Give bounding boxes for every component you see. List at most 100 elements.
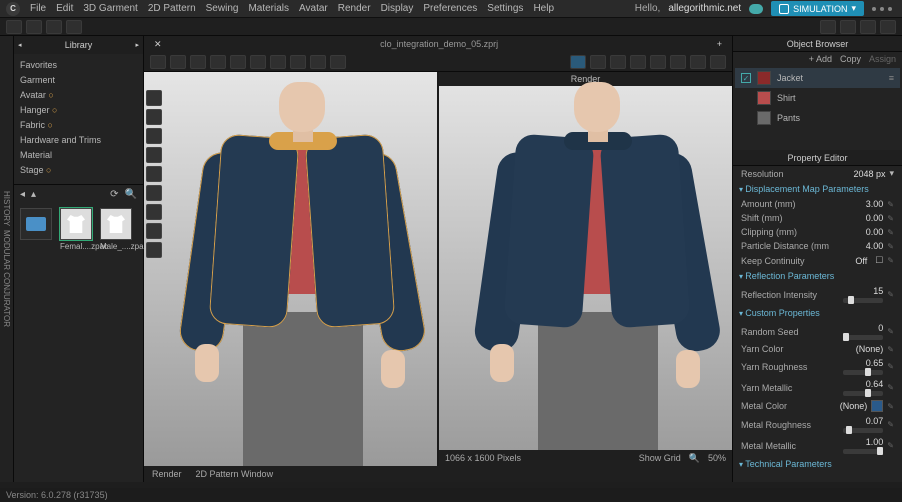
menu-file[interactable]: File <box>30 3 46 14</box>
vp-tool-icon[interactable] <box>146 147 162 163</box>
menu-icon[interactable]: ≡ <box>889 73 894 83</box>
back-icon[interactable]: ◂ <box>20 189 25 200</box>
edit-icon[interactable]: ✎ <box>887 402 894 411</box>
up-icon[interactable]: ▴ <box>31 189 36 200</box>
menu-sewing[interactable]: Sewing <box>206 3 239 14</box>
vt-icon[interactable] <box>670 55 686 69</box>
prop-row[interactable]: Yarn Metallic0.64✎ <box>733 377 902 398</box>
vt-icon[interactable] <box>710 55 726 69</box>
edit-icon[interactable]: ✎ <box>887 420 894 429</box>
vt-icon[interactable] <box>630 55 646 69</box>
menu-settings[interactable]: Settings <box>487 3 523 14</box>
prop-row[interactable]: Shift (mm)0.00✎ <box>733 211 902 225</box>
menu-3d-garment[interactable]: 3D Garment <box>83 3 137 14</box>
edit-icon[interactable]: ✎ <box>887 290 894 299</box>
tool-icon[interactable] <box>880 20 896 34</box>
prop-row[interactable]: Yarn Color(None)✎ <box>733 342 902 356</box>
prop-value[interactable]: 0.64 <box>843 379 883 389</box>
tab-render[interactable]: Render <box>152 469 182 479</box>
thumb-folder[interactable] <box>20 208 54 251</box>
prop-row[interactable]: Yarn Roughness0.65✎ <box>733 356 902 377</box>
prop-value[interactable]: 0 <box>843 323 883 333</box>
ob-item-jacket[interactable]: ✓ Jacket ≡ <box>735 68 900 88</box>
tree-fabric[interactable]: Fabric ○ <box>20 118 137 133</box>
edit-icon[interactable]: ✎ <box>887 441 894 450</box>
tool-icon[interactable] <box>26 20 42 34</box>
edit-icon[interactable]: ✎ <box>887 345 894 354</box>
vt-icon[interactable] <box>170 55 186 69</box>
section-displacement[interactable]: Displacement Map Parameters <box>733 181 902 197</box>
section-reflection[interactable]: Reflection Parameters <box>733 268 902 284</box>
prop-row[interactable]: Random Seed0✎ <box>733 321 902 342</box>
3d-viewport[interactable] <box>144 72 437 466</box>
material-swatch[interactable] <box>757 91 771 105</box>
section-custom[interactable]: Custom Properties <box>733 305 902 321</box>
vt-icon[interactable] <box>230 55 246 69</box>
menu-preferences[interactable]: Preferences <box>423 3 477 14</box>
vt-icon[interactable] <box>250 55 266 69</box>
prop-row[interactable]: Metal Metallic1.00✎ <box>733 435 902 456</box>
material-swatch[interactable] <box>757 71 771 85</box>
vp-tool-icon[interactable] <box>146 242 162 258</box>
menu-edit[interactable]: Edit <box>56 3 73 14</box>
prop-row[interactable]: Particle Distance (mm4.00✎ <box>733 239 902 253</box>
side-tabs[interactable]: HISTORY MODULAR CONJURATOR <box>0 36 14 482</box>
menu-2d-pattern[interactable]: 2D Pattern <box>148 3 196 14</box>
vp-tool-icon[interactable] <box>146 109 162 125</box>
prop-value[interactable]: 4.00 <box>843 241 883 251</box>
refresh-icon[interactable]: ⟳ <box>110 189 118 200</box>
prop-value[interactable]: 0.07 <box>843 416 883 426</box>
tool-icon[interactable] <box>820 20 836 34</box>
prop-resolution[interactable]: Resolution 2048 px ▾ <box>733 166 902 181</box>
ob-item-pants[interactable]: Pants <box>735 108 900 128</box>
zoom-value[interactable]: 50% <box>708 453 726 463</box>
more-icon[interactable] <box>872 7 876 11</box>
app-logo[interactable]: C <box>6 2 20 16</box>
tool-icon[interactable] <box>6 20 22 34</box>
doc-tab-close[interactable]: ✕ <box>144 39 172 50</box>
menu-materials[interactable]: Materials <box>248 3 289 14</box>
tool-icon[interactable] <box>860 20 876 34</box>
prop-value[interactable]: 0.00 <box>843 227 883 237</box>
zoom-icon[interactable]: 🔍 <box>689 453 700 464</box>
vt-icon[interactable] <box>330 55 346 69</box>
add-button[interactable]: + Add <box>809 54 832 64</box>
thumb-male[interactable]: Male_....zpac <box>100 208 134 251</box>
prop-value[interactable]: 1.00 <box>843 437 883 447</box>
slider[interactable] <box>843 391 883 396</box>
tab-history[interactable]: HISTORY <box>2 191 11 226</box>
prop-row[interactable]: Metal Roughness0.07✎ <box>733 414 902 435</box>
menu-avatar[interactable]: Avatar <box>299 3 328 14</box>
prop-row[interactable]: Amount (mm)3.00✎ <box>733 197 902 211</box>
vt-icon[interactable] <box>150 55 166 69</box>
vt-icon[interactable] <box>650 55 666 69</box>
color-swatch[interactable] <box>871 400 883 412</box>
prop-value[interactable]: 2048 px <box>845 169 885 179</box>
doc-tab-add[interactable]: + <box>707 39 732 49</box>
chevron-down-icon[interactable]: ▾ <box>889 168 894 179</box>
vt-icon[interactable] <box>190 55 206 69</box>
tree-favorites[interactable]: Favorites <box>20 58 137 73</box>
prop-value[interactable]: 15 <box>843 286 883 296</box>
vp-tool-icon[interactable] <box>146 90 162 106</box>
tool-icon[interactable] <box>840 20 856 34</box>
chevron-right-icon[interactable]: ▸ <box>135 41 139 49</box>
prop-value[interactable]: 3.00 <box>843 199 883 209</box>
vp-tool-icon[interactable] <box>146 128 162 144</box>
prop-value[interactable]: (None) <box>827 401 867 411</box>
vp-tool-icon[interactable] <box>146 204 162 220</box>
library-header[interactable]: ◂ Library ▸ <box>14 36 143 54</box>
prop-row[interactable]: Keep ContinuityOff☐✎ <box>733 253 902 268</box>
slider[interactable] <box>843 428 883 433</box>
menu-display[interactable]: Display <box>381 3 414 14</box>
material-swatch[interactable] <box>757 111 771 125</box>
tree-stage[interactable]: Stage ○ <box>20 163 137 178</box>
vt-icon[interactable] <box>310 55 326 69</box>
user-name[interactable]: allegorithmic.net <box>668 3 741 14</box>
render-viewport[interactable]: Render 1066 x 1600 Pixels Show Grid 🔍 50… <box>439 72 732 466</box>
edit-icon[interactable]: ✎ <box>887 362 894 371</box>
vt-icon[interactable] <box>610 55 626 69</box>
tree-hanger[interactable]: Hanger ○ <box>20 103 137 118</box>
slider[interactable] <box>843 335 883 340</box>
simulation-button[interactable]: SIMULATION ▾ <box>771 1 864 16</box>
